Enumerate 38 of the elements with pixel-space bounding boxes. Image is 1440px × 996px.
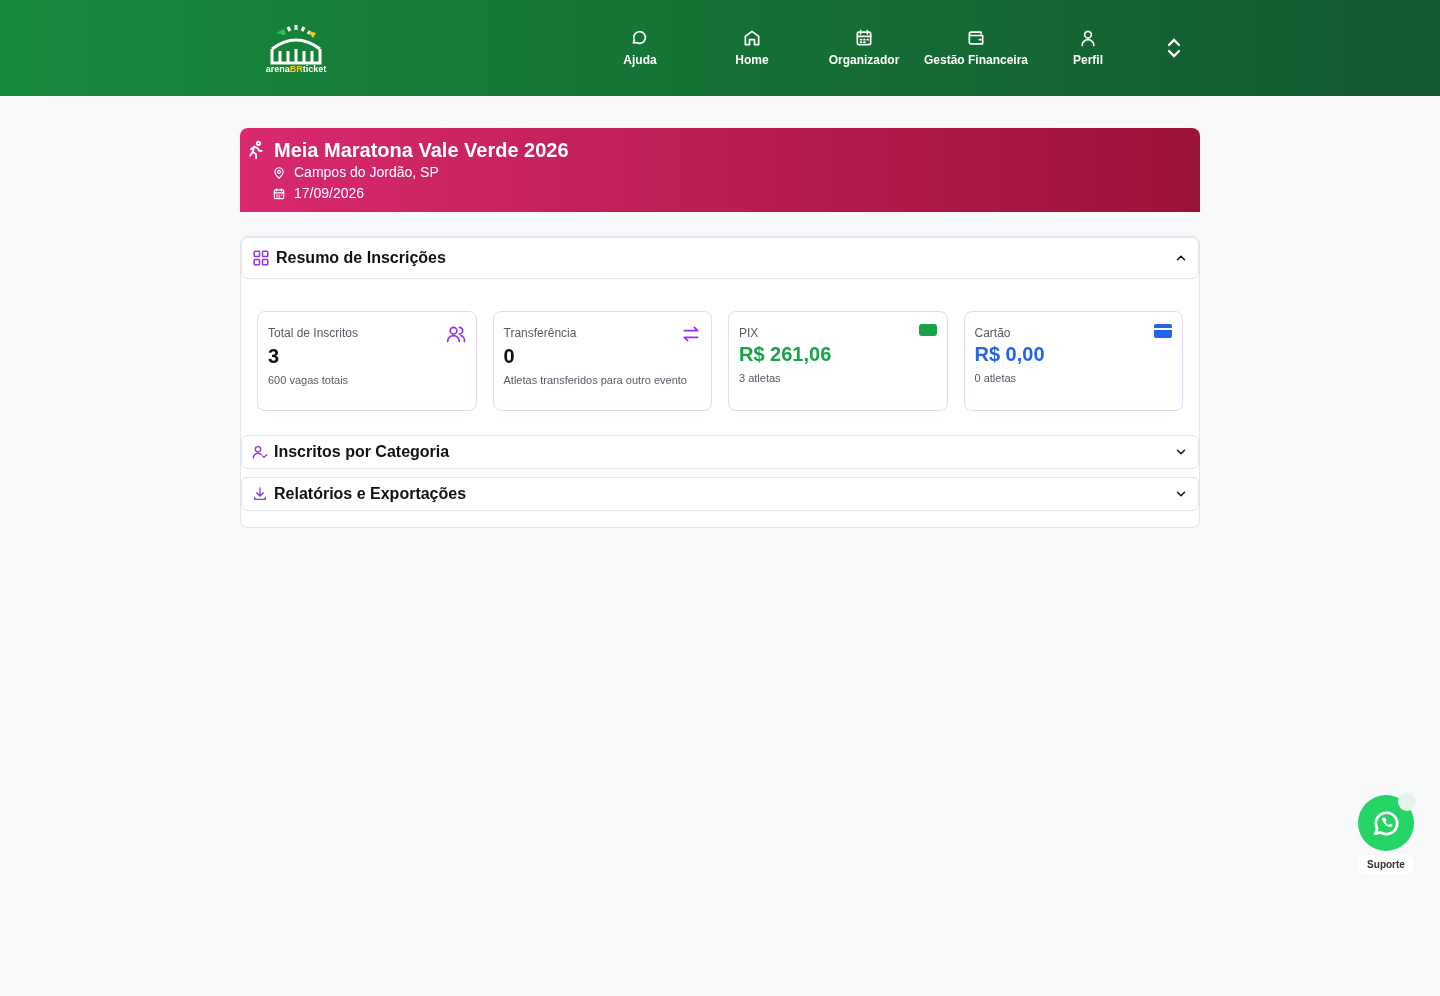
calendar-icon [272, 186, 286, 201]
nav-link[interactable]: Ajuda [584, 27, 696, 69]
logo-text: arenaBRticket [265, 64, 327, 74]
stat-label: Cartão [974, 325, 1011, 342]
event-title: Meia Maratona Vale Verde 2026 [274, 138, 569, 162]
accordion-header[interactable]: Inscritos por Categoria [241, 435, 1199, 469]
stat-label: PIX [739, 325, 759, 342]
stat-note: Atletas transferidos para outro evento [503, 373, 688, 388]
event-location: Campos do Jordão, SP [294, 163, 439, 182]
accordion-header[interactable]: Resumo de Inscrições [241, 237, 1199, 279]
stat-label: Total de Inscritos [268, 325, 359, 342]
nav-link[interactable]: Gestão Financeira [920, 27, 1032, 69]
stat-value: 3 [268, 344, 281, 368]
whatsapp-support-button[interactable] [1358, 795, 1414, 851]
stat-note: 3 atletas [739, 371, 782, 386]
transfer-arrows-icon [681, 324, 701, 344]
stat-value: 0 [503, 344, 516, 368]
location-pin-icon [272, 165, 286, 180]
users-icon [445, 324, 466, 344]
runner-icon [246, 140, 266, 160]
stat-note: 0 atletas [974, 371, 1018, 386]
stat-note: 600 vagas totais [268, 373, 350, 388]
user-check-icon [252, 444, 268, 460]
drag-handle-icon[interactable] [1398, 793, 1416, 811]
download-icon [252, 486, 268, 502]
stat-value: R$ 261,06 [739, 342, 833, 366]
nav-link[interactable]: Organizador [808, 27, 920, 69]
stat-value: R$ 0,00 [974, 342, 1046, 366]
nav-link[interactable]: Home [696, 27, 808, 69]
accordion-header[interactable]: Relatórios e Exportações [241, 477, 1199, 511]
event-date: 17/09/2026 [294, 184, 365, 203]
nav-link[interactable]: Perfil [1032, 27, 1144, 69]
grid-icon [252, 249, 270, 267]
credit-card-icon [1154, 324, 1172, 338]
support-label: Suporte [1358, 855, 1414, 874]
cash-icon [918, 324, 937, 336]
calendar-icon [854, 27, 874, 48]
stat-label: Transferência [503, 325, 577, 342]
